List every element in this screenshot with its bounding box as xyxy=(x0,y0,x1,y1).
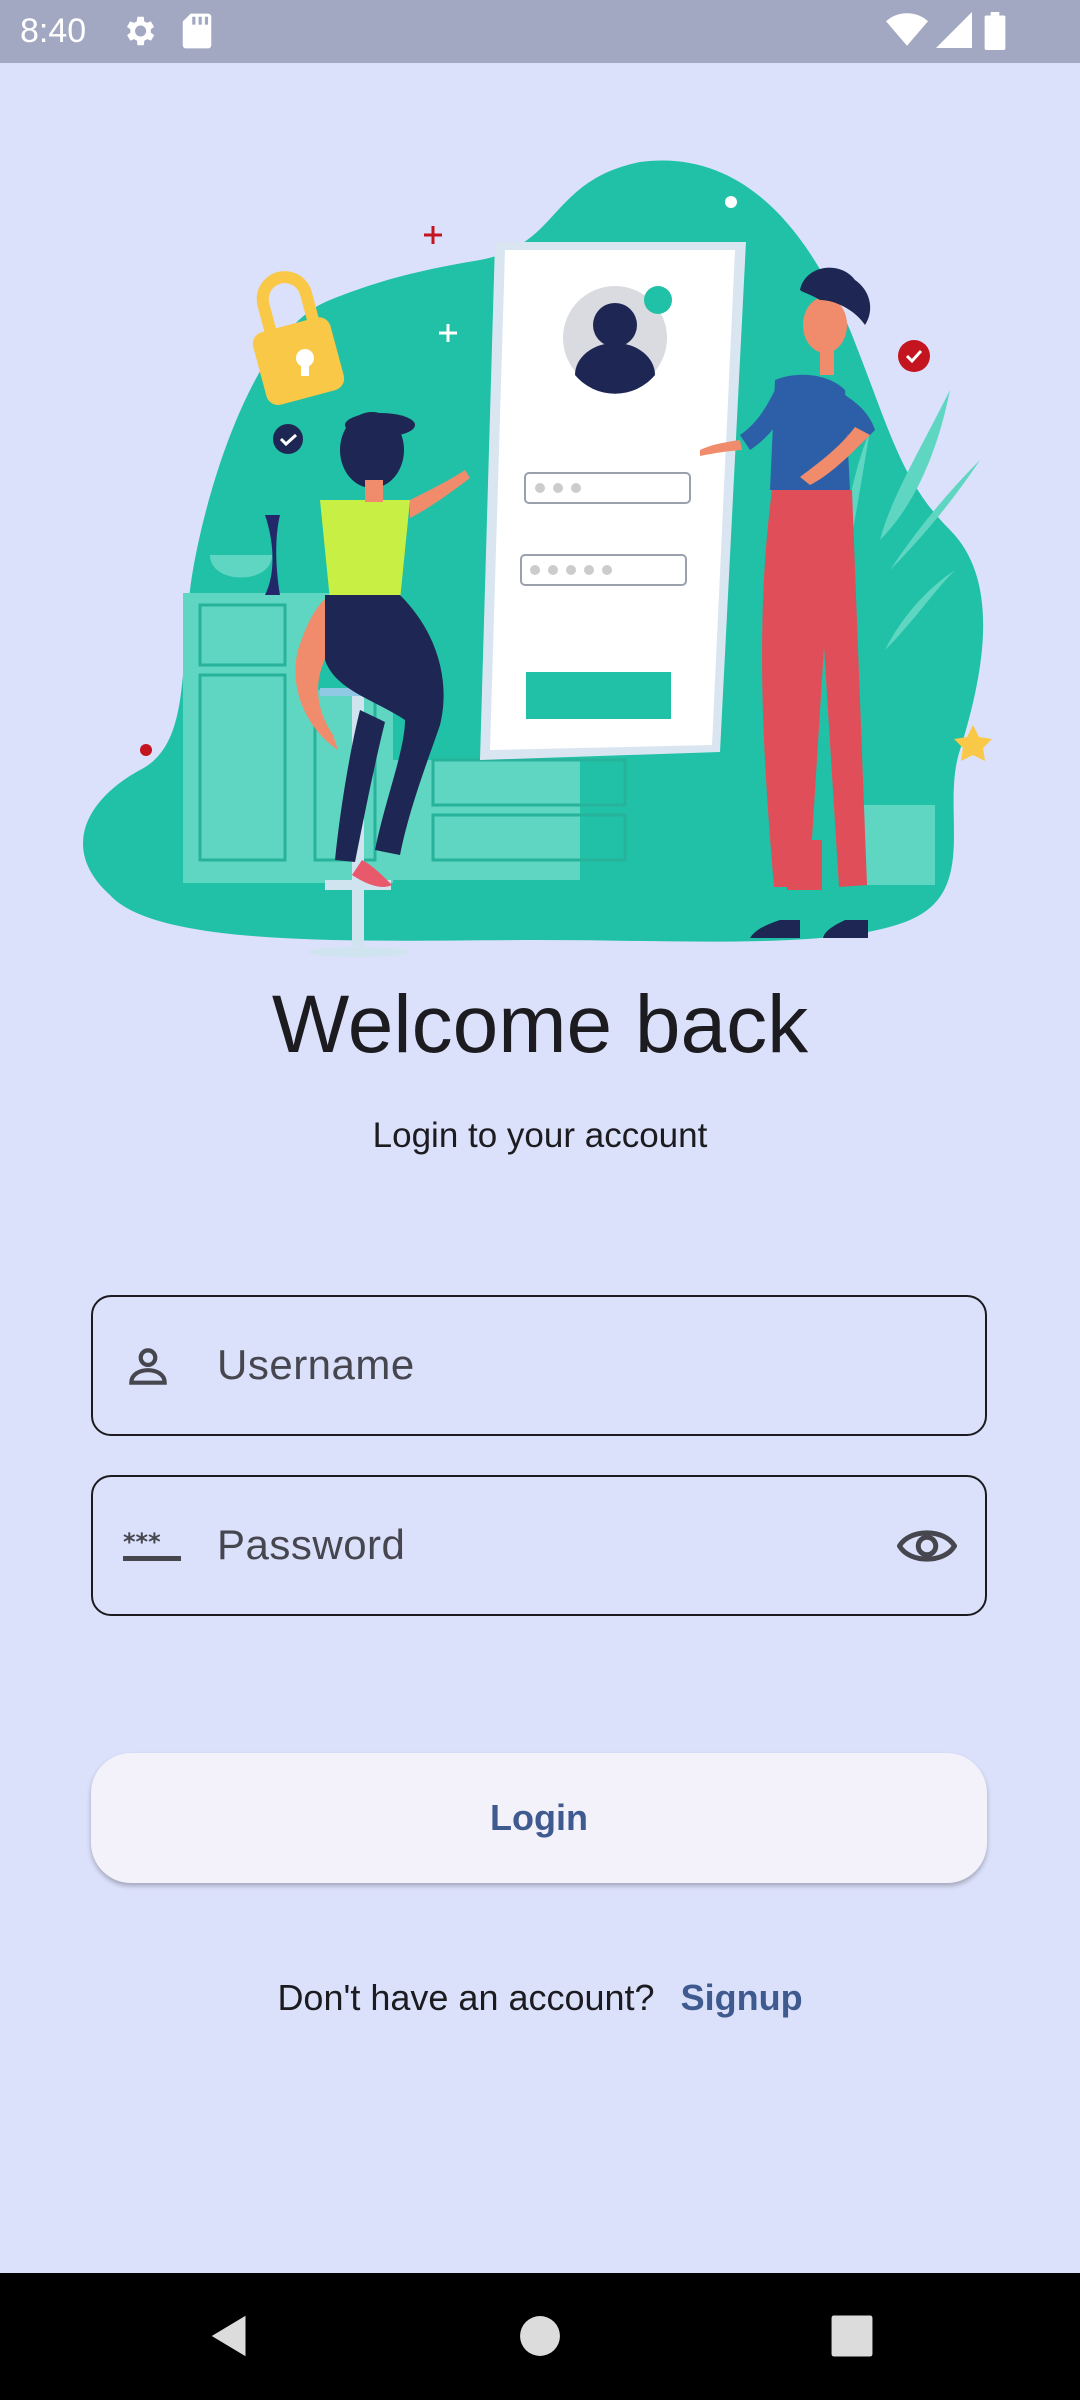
recents-icon[interactable] xyxy=(829,2311,875,2361)
wifi-icon xyxy=(886,13,928,46)
signup-link[interactable]: Signup xyxy=(681,1977,803,2018)
password-dots-icon: *** xyxy=(123,1528,181,1561)
password-placeholder: Password xyxy=(217,1521,406,1568)
signal-icon xyxy=(936,12,972,48)
person-icon xyxy=(129,1348,167,1385)
page-title: Welcome back xyxy=(271,979,809,1070)
username-field[interactable]: Username xyxy=(91,1295,987,1436)
status-time: 8:40 xyxy=(20,12,87,50)
back-icon[interactable] xyxy=(205,2311,250,2361)
sd-card-icon xyxy=(182,13,212,49)
login-illustration xyxy=(83,160,992,957)
password-field[interactable]: *** Password xyxy=(91,1475,987,1616)
svg-text:***: *** xyxy=(123,1528,161,1556)
navigation-bar xyxy=(0,2273,1080,2400)
username-placeholder: Username xyxy=(217,1341,415,1388)
page-subtitle: Login to your account xyxy=(372,1116,708,1155)
gear-icon xyxy=(126,16,155,46)
home-icon[interactable] xyxy=(519,2311,561,2361)
signup-prompt: Don't have an account? Signup xyxy=(0,1976,1080,2020)
status-bar: 8:40 xyxy=(0,0,1080,63)
signup-question: Don't have an account? xyxy=(277,1977,655,2018)
login-button[interactable]: Login xyxy=(91,1753,987,1883)
battery-icon xyxy=(984,12,1006,50)
eye-icon[interactable] xyxy=(897,1521,957,1571)
